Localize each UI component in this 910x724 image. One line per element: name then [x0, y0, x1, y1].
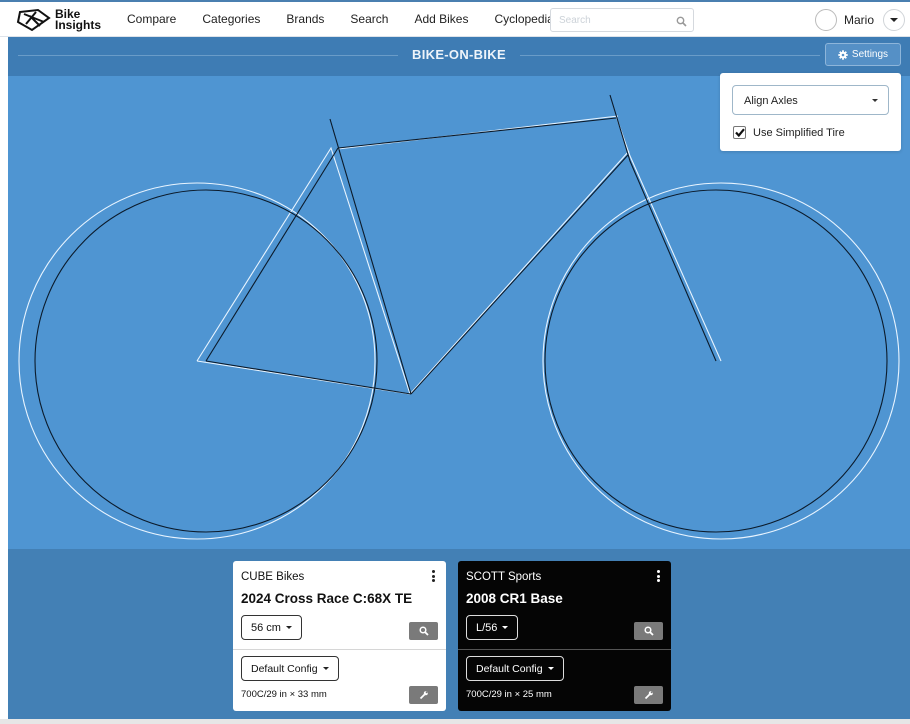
nav-cyclopedia[interactable]: Cyclopedia [494, 12, 553, 26]
logo-icon [16, 8, 51, 32]
bike2-down-tube [409, 150, 630, 395]
bike-scott-drawing [18, 115, 900, 540]
footer-strip [0, 719, 910, 724]
bike-cube-drawing [34, 94, 888, 533]
alignment-select-value: Align Axles [744, 95, 798, 107]
settings-panel: Align Axles Use Simplified Tire [720, 73, 901, 151]
view-geometry-button[interactable] [409, 622, 438, 640]
bike1-down-tube [410, 154, 629, 395]
wrench-icon [419, 691, 428, 700]
bike-card-cube: CUBE Bikes 2024 Cross Race C:68X TE 56 c… [233, 561, 446, 711]
chevron-down-icon [285, 626, 292, 629]
bike-brand: CUBE Bikes [241, 571, 305, 583]
bike1-seat-stay [205, 147, 339, 362]
bike-model: 2008 CR1 Base [466, 591, 563, 606]
nav-compare[interactable]: Compare [127, 12, 176, 26]
bike1-seat-tube [329, 118, 412, 395]
chevron-down-icon [322, 667, 329, 670]
chevron-down-icon [502, 626, 509, 629]
view-geometry-button[interactable] [634, 622, 663, 640]
user-name[interactable]: Mario [844, 13, 874, 27]
page-header: BIKE-ON-BIKE Settings [8, 37, 910, 76]
bike-card-scott: SCOTT Sports 2008 CR1 Base L/56 Default … [458, 561, 671, 711]
checkmark-icon [734, 128, 745, 137]
tire-spec: 700C/29 in × 33 mm [241, 689, 327, 700]
logo-text: Bike Insights [55, 8, 102, 32]
search-input[interactable] [559, 10, 669, 30]
gear-icon [838, 49, 848, 60]
size-value: 56 cm [251, 621, 281, 634]
simplified-tire-checkbox[interactable] [733, 126, 746, 139]
bike1-fork [609, 94, 717, 362]
logo-text-line2: Insights [55, 18, 102, 32]
simplified-tire-row: Use Simplified Tire [733, 126, 845, 139]
page-title-wrap: BIKE-ON-BIKE [8, 47, 910, 62]
search-box [550, 8, 694, 32]
top-nav-bar: Bike Insights Compare Categories Brands … [0, 0, 910, 37]
size-dropdown[interactable]: 56 cm [241, 615, 302, 640]
bike-brand: SCOTT Sports [466, 571, 542, 583]
bike-model: 2024 Cross Race C:68X TE [241, 591, 413, 606]
config-dropdown[interactable]: Default Config [241, 656, 339, 681]
tire-spec: 700C/29 in × 25 mm [466, 689, 552, 700]
config-value: Default Config [476, 662, 543, 675]
card-divider [458, 649, 671, 650]
wrench-icon [644, 691, 653, 700]
bike-insights-logo[interactable]: Bike Insights [16, 6, 106, 34]
main-nav: Compare Categories Brands Search Add Bik… [127, 12, 580, 26]
bike2-fork [615, 115, 722, 362]
nav-categories[interactable]: Categories [202, 12, 260, 26]
more-options-icon[interactable] [657, 570, 661, 584]
search-icon[interactable] [676, 14, 687, 32]
bike1-top-tube [337, 117, 617, 149]
bike1-chainstay [205, 360, 412, 395]
nav-add-bikes[interactable]: Add Bikes [414, 12, 468, 26]
search-icon [418, 626, 429, 636]
settings-label: Settings [851, 49, 889, 60]
nav-search[interactable]: Search [350, 12, 388, 26]
simplified-tire-label[interactable]: Use Simplified Tire [753, 127, 845, 139]
settings-button[interactable]: Settings [825, 43, 901, 66]
config-value: Default Config [251, 662, 318, 675]
bike2-rear-triangle [196, 146, 411, 395]
alignment-select[interactable]: Align Axles [732, 85, 889, 115]
nav-brands[interactable]: Brands [286, 12, 324, 26]
bike-cards-area: CUBE Bikes 2024 Cross Race C:68X TE 56 c… [8, 549, 910, 719]
chevron-down-icon [872, 99, 878, 102]
page-title: BIKE-ON-BIKE [400, 47, 518, 62]
search-icon [643, 626, 654, 636]
config-dropdown[interactable]: Default Config [466, 656, 564, 681]
chevron-down-icon [547, 667, 554, 670]
avatar[interactable] [815, 9, 837, 31]
size-value: L/56 [476, 621, 498, 634]
more-options-icon[interactable] [432, 570, 436, 584]
edit-config-button[interactable] [634, 686, 663, 704]
user-menu-button[interactable] [883, 9, 905, 31]
size-dropdown[interactable]: L/56 [466, 615, 519, 640]
chevron-down-icon [890, 18, 898, 22]
edit-config-button[interactable] [409, 686, 438, 704]
card-divider [233, 649, 446, 650]
